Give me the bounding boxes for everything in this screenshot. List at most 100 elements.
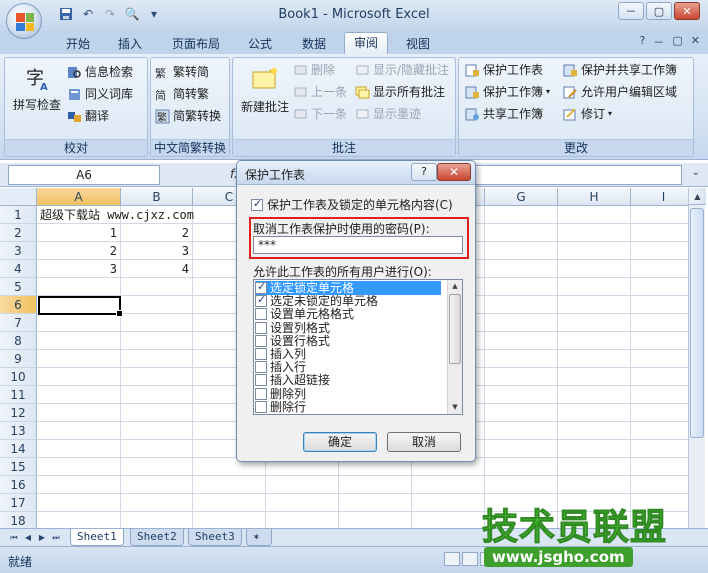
tab-data[interactable]: 数据 <box>294 34 334 54</box>
column-header-g[interactable]: G <box>485 188 558 206</box>
row-header-9[interactable]: 9 <box>0 350 37 368</box>
permission-checkbox[interactable] <box>255 361 267 374</box>
row-header-12[interactable]: 12 <box>0 404 37 422</box>
new-comment-button[interactable]: 新建批注 <box>237 66 293 115</box>
vertical-scrollbar[interactable]: ▲ <box>688 188 706 528</box>
tab-home[interactable]: 开始 <box>58 34 98 54</box>
column-header-b[interactable]: B <box>121 188 193 206</box>
permission-item[interactable]: 设置单元格格式 <box>255 307 441 321</box>
translate-button[interactable]: 翻译 <box>67 106 109 126</box>
row-header-4[interactable]: 4 <box>0 260 37 278</box>
scroll-down-icon[interactable]: ▼ <box>448 401 462 414</box>
ribbon-close-icon[interactable]: ✕ <box>691 34 700 50</box>
share-workbook-button[interactable]: 共享工作簿 <box>465 104 543 124</box>
select-all-corner[interactable] <box>0 188 37 206</box>
permission-item[interactable]: 删除行 <box>255 400 441 414</box>
permission-item[interactable]: 插入列 <box>255 347 441 361</box>
row-header-10[interactable]: 10 <box>0 368 37 386</box>
permissions-scrollbar[interactable]: ▲ ▼ <box>447 280 462 414</box>
permission-item[interactable]: 选定锁定单元格 <box>255 280 441 295</box>
maximize-button[interactable]: ▢ <box>646 2 672 20</box>
next-sheet-icon[interactable]: ▶ <box>36 531 48 544</box>
name-box[interactable]: A6 <box>8 165 160 185</box>
help-icon[interactable]: ? <box>640 34 646 50</box>
protect-contents-option[interactable]: 保护工作表及锁定的单元格内容(C) <box>251 196 453 213</box>
cell-a4[interactable]: 3 <box>40 260 121 278</box>
tab-page-layout[interactable]: 页面布局 <box>166 34 226 54</box>
permissions-scroll-thumb[interactable] <box>449 294 461 364</box>
cancel-button[interactable]: 取消 <box>387 432 461 452</box>
allow-edit-ranges-button[interactable]: 允许用户编辑区域 <box>563 82 677 102</box>
row-header-6[interactable]: 6 <box>0 296 37 314</box>
dialog-close-button[interactable]: ✕ <box>437 163 471 181</box>
spell-check-button[interactable]: 字 A 拼写检查 <box>9 64 65 113</box>
row-header-1[interactable]: 1 <box>0 206 37 224</box>
permission-checkbox[interactable] <box>255 308 267 321</box>
thesaurus-button[interactable]: 同义词库 <box>67 84 133 104</box>
tab-insert[interactable]: 插入 <box>110 34 150 54</box>
previous-comment-button[interactable]: 上一条 <box>293 82 347 102</box>
minimize-button[interactable]: － <box>618 2 644 20</box>
column-header-a[interactable]: A <box>37 188 121 206</box>
tab-view[interactable]: 视图 <box>398 34 438 54</box>
permission-checkbox[interactable] <box>255 348 267 360</box>
scroll-thumb[interactable] <box>690 208 704 438</box>
protect-share-workbook-button[interactable]: 保护并共享工作簿 <box>563 60 677 80</box>
row-header-5[interactable]: 5 <box>0 278 37 296</box>
next-comment-button[interactable]: 下一条 <box>293 104 347 124</box>
permission-item[interactable]: 设置行格式 <box>255 334 441 348</box>
chinese-convert-button[interactable]: 繁 简繁转换 <box>155 106 221 126</box>
column-header-h[interactable]: H <box>558 188 631 206</box>
cell-b2[interactable]: 2 <box>124 224 193 242</box>
tab-formulas[interactable]: 公式 <box>240 34 280 54</box>
permission-checkbox[interactable] <box>255 321 267 334</box>
office-button[interactable] <box>6 3 42 39</box>
permission-checkbox[interactable] <box>255 334 267 347</box>
ok-button[interactable]: 确定 <box>303 432 377 452</box>
show-all-comments-button[interactable]: 显示所有批注 <box>355 82 445 102</box>
ribbon-minimize-icon[interactable]: － <box>653 34 664 50</box>
protect-contents-checkbox[interactable] <box>251 197 263 211</box>
active-cell-outline[interactable] <box>38 296 123 317</box>
to-simplified-button[interactable]: 简 简转繁 <box>155 84 209 104</box>
row-header-13[interactable]: 13 <box>0 422 37 440</box>
close-button[interactable]: ✕ <box>674 2 700 20</box>
prev-sheet-icon[interactable]: ◀ <box>22 531 34 544</box>
row-header-11[interactable]: 11 <box>0 386 37 404</box>
row-header-7[interactable]: 7 <box>0 314 37 332</box>
cell-b4[interactable]: 4 <box>124 260 193 278</box>
show-hide-comment-button[interactable]: 显示/隐藏批注 <box>355 60 449 80</box>
insert-sheet-icon[interactable]: ✶ <box>246 529 272 546</box>
cell-b3[interactable]: 3 <box>124 242 193 260</box>
row-header-15[interactable]: 15 <box>0 458 37 476</box>
scroll-up-icon[interactable]: ▲ <box>689 188 706 205</box>
row-header-8[interactable]: 8 <box>0 332 37 350</box>
sheet-tab-2[interactable]: Sheet2 <box>130 529 184 546</box>
permission-item[interactable]: 插入超链接 <box>255 373 441 387</box>
row-header-16[interactable]: 16 <box>0 476 37 494</box>
permission-item[interactable]: 插入行 <box>255 360 441 374</box>
permission-item[interactable]: 删除列 <box>255 387 441 401</box>
sheet-tab-3[interactable]: Sheet3 <box>188 529 242 546</box>
protect-workbook-button[interactable]: 保护工作簿 ▾ <box>465 82 550 102</box>
normal-view-icon[interactable] <box>444 552 460 566</box>
permission-item[interactable]: 选定未锁定的单元格 <box>255 293 441 308</box>
permission-checkbox[interactable] <box>255 280 267 294</box>
to-traditional-button[interactable]: 繁 繁转简 <box>155 62 209 82</box>
column-header-i[interactable]: I <box>631 188 688 206</box>
research-button[interactable]: 信息检索 <box>67 62 133 82</box>
row-header-18[interactable]: 18 <box>0 512 37 528</box>
sheet-tab-1[interactable]: Sheet1 <box>70 529 124 546</box>
tab-review[interactable]: 审阅 <box>344 32 388 54</box>
ribbon-restore-icon[interactable]: ▢ <box>672 34 682 50</box>
show-ink-button[interactable]: 显示墨迹 <box>355 104 421 124</box>
row-header-14[interactable]: 14 <box>0 440 37 458</box>
dialog-help-button[interactable]: ? <box>411 163 437 181</box>
permission-checkbox[interactable] <box>255 400 267 413</box>
permission-checkbox[interactable] <box>255 387 267 400</box>
permission-checkbox[interactable] <box>255 374 267 387</box>
permission-checkbox[interactable] <box>255 293 267 308</box>
permission-item[interactable]: 设置列格式 <box>255 321 441 335</box>
permissions-list[interactable]: 删除行删除列插入超链接插入行插入列设置行格式设置列格式设置单元格格式选定未锁定的… <box>253 279 463 415</box>
cell-a3[interactable]: 2 <box>40 242 121 260</box>
